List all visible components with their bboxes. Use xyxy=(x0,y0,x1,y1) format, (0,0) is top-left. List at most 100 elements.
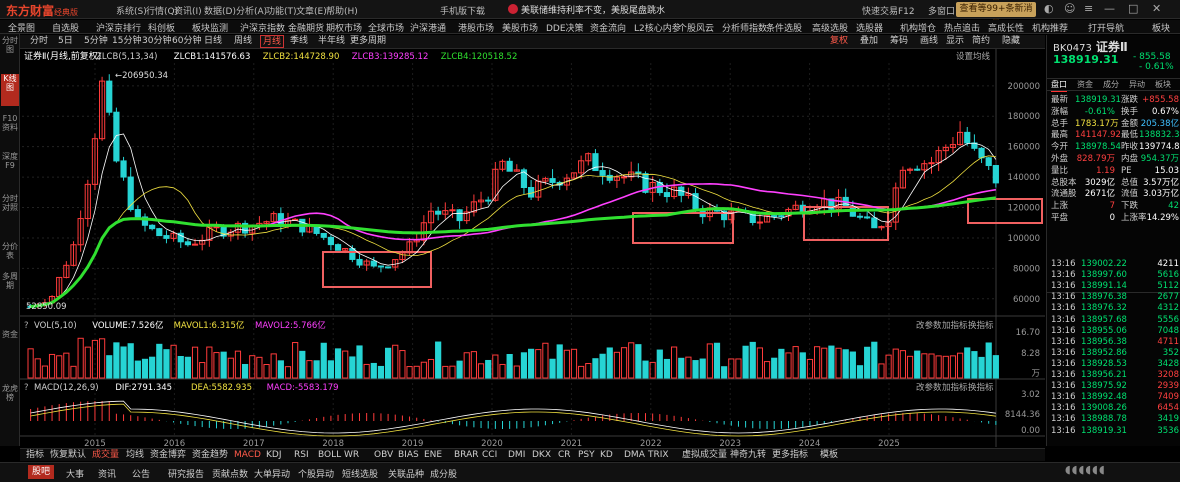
side-tab-5[interactable]: 分价表 xyxy=(1,242,19,264)
quote-tab-4[interactable]: 板块 xyxy=(1155,79,1171,91)
indicator-7[interactable]: KDJ xyxy=(266,449,282,462)
indicator-9[interactable]: BOLL xyxy=(318,449,341,462)
period-1[interactable]: 5日 xyxy=(56,35,75,48)
indicator-26[interactable]: 模板 xyxy=(820,449,838,462)
status-tab-3[interactable]: 公告 xyxy=(128,467,154,480)
macd-action-1[interactable]: 加指标 xyxy=(942,382,968,393)
vol-action-1[interactable]: 加指标 xyxy=(942,320,968,331)
menu-3[interactable]: 数据(D) xyxy=(204,4,236,17)
kline-chart-area[interactable]: 200000 180000 160000 140000 120000 100000 8000… xyxy=(20,49,1045,447)
period-11[interactable]: 更多周期 xyxy=(348,35,388,48)
indicator-24[interactable]: 神奇九转 xyxy=(730,449,766,462)
indicator-19[interactable]: PSY xyxy=(578,449,595,462)
minimize-icon[interactable]: — xyxy=(1104,2,1115,15)
indicator-21[interactable]: DMA xyxy=(624,449,645,462)
period-4[interactable]: 30分钟 xyxy=(140,35,173,48)
nav-item-2[interactable]: 沪深京排行 xyxy=(96,21,141,34)
status-tab-7[interactable]: 个股异动 xyxy=(294,467,338,480)
tool-2[interactable]: 筹码 xyxy=(888,35,910,48)
quick-trade-button[interactable]: 快速交易F12 xyxy=(862,4,915,17)
quote-tab-1[interactable]: 资金 xyxy=(1077,79,1093,91)
period-5[interactable]: 60分钟 xyxy=(170,35,203,48)
vol-action-2[interactable]: 换指标 xyxy=(968,320,994,331)
period-10[interactable]: 半年线 xyxy=(316,35,347,48)
indicator-6[interactable]: MACD xyxy=(234,449,261,462)
status-tab-4[interactable]: 研究报告 xyxy=(164,467,208,480)
side-tab-2[interactable]: F10资料 xyxy=(1,114,19,144)
nav-item-4[interactable]: 板块监测 xyxy=(192,21,228,34)
nav-item-9[interactable]: 沪深港通 xyxy=(410,21,446,34)
side-tab-1[interactable]: K线图 xyxy=(1,74,19,106)
multi-window-button[interactable]: 多窗口 xyxy=(928,4,955,17)
tool-0[interactable]: 复权 xyxy=(828,35,850,48)
user-icon[interactable]: ☺ xyxy=(1064,2,1075,15)
nav-item-16[interactable]: 分析师指数 xyxy=(722,21,767,34)
nav-item-20[interactable]: 机构增仓 xyxy=(900,21,936,34)
period-0[interactable]: 分时 xyxy=(28,35,50,48)
nav-item-21[interactable]: 热点追击 xyxy=(944,21,980,34)
news-ticker[interactable]: 美联储维持利率不变，美股尾盘跳水 xyxy=(508,3,665,16)
tool-6[interactable]: 隐藏 xyxy=(1000,35,1022,48)
mobile-download-link[interactable]: 手机版下载 xyxy=(440,4,485,17)
quote-tab-2[interactable]: 成分 xyxy=(1103,79,1119,91)
menu-0[interactable]: 系统(S) xyxy=(116,4,147,17)
indicator-16[interactable]: DMI xyxy=(508,449,525,462)
nav-item-1[interactable]: 自选股 xyxy=(52,21,79,34)
indicator-3[interactable]: 均线 xyxy=(126,449,144,462)
nav-item-14[interactable]: L2核心内参 xyxy=(634,21,681,34)
status-tab-0[interactable]: 股吧 xyxy=(28,465,55,479)
macd-action-2[interactable]: 换指标 xyxy=(968,382,994,393)
menu-7[interactable]: 帮助(H) xyxy=(326,4,358,17)
close-icon[interactable]: ✕ xyxy=(1152,2,1161,15)
nav-item-12[interactable]: DDE决策 xyxy=(546,21,584,34)
indicator-18[interactable]: CR xyxy=(558,449,571,462)
indicator-11[interactable]: OBV xyxy=(374,449,393,462)
indicator-22[interactable]: TRIX xyxy=(648,449,669,462)
indicator-13[interactable]: ENE xyxy=(424,449,442,462)
indicator-5[interactable]: 资金趋势 xyxy=(192,449,228,462)
nav-item-0[interactable]: 全景图 xyxy=(8,21,35,34)
maximize-icon[interactable]: □ xyxy=(1128,2,1138,15)
side-tab-3[interactable]: 深度F9 xyxy=(1,152,19,184)
skin-icon[interactable]: ◐ xyxy=(1044,2,1054,15)
status-tab-9[interactable]: 关联品种 xyxy=(384,467,428,480)
nav-item-23[interactable]: 机构推荐 xyxy=(1032,21,1068,34)
nav-item-10[interactable]: 港股市场 xyxy=(458,21,494,34)
nav-item-24[interactable]: 打开导航 xyxy=(1088,21,1124,34)
side-tab-0[interactable]: 分时图 xyxy=(1,36,19,62)
nav-item-25[interactable]: 板块 xyxy=(1152,21,1170,34)
status-tab-5[interactable]: 贡献点数 xyxy=(208,467,252,480)
nav-item-3[interactable]: 科创板 xyxy=(148,21,175,34)
nav-item-7[interactable]: 期权市场 xyxy=(326,21,362,34)
nav-item-18[interactable]: 高级选股 xyxy=(812,21,848,34)
menu-5[interactable]: 功能(T) xyxy=(266,4,297,17)
message-promo-button[interactable]: 查看等99+条新消息 xyxy=(956,2,1036,29)
quote-tab-3[interactable]: 异动 xyxy=(1129,79,1145,91)
nav-item-8[interactable]: 全球市场 xyxy=(368,21,404,34)
nav-item-22[interactable]: 高成长性 xyxy=(988,21,1024,34)
side-tab-7[interactable]: 资金 xyxy=(1,330,19,360)
status-tab-10[interactable]: 成分股 xyxy=(426,467,461,480)
indicator-20[interactable]: KD xyxy=(600,449,613,462)
period-8[interactable]: 月线 xyxy=(260,35,285,48)
indicator-14[interactable]: BRAR xyxy=(454,449,478,462)
indicator-1[interactable]: 恢复默认 xyxy=(50,449,86,462)
nav-item-5[interactable]: 沪深京指数 xyxy=(240,21,285,34)
indicator-8[interactable]: RSI xyxy=(294,449,309,462)
status-tab-6[interactable]: 大单异动 xyxy=(250,467,294,480)
tool-5[interactable]: 简约 xyxy=(970,35,992,48)
status-tab-2[interactable]: 资讯 xyxy=(94,467,120,480)
nav-item-13[interactable]: 资金流向 xyxy=(590,21,626,34)
indicator-4[interactable]: 资金博弈 xyxy=(150,449,186,462)
status-tab-1[interactable]: 大事 xyxy=(62,467,88,480)
quote-tab-0[interactable]: 盘口 xyxy=(1051,79,1067,92)
indicator-17[interactable]: DKX xyxy=(532,449,551,462)
indicator-12[interactable]: BIAS xyxy=(398,449,419,462)
nav-item-19[interactable]: 选股器 xyxy=(856,21,883,34)
nav-item-15[interactable]: 个股风云 xyxy=(678,21,714,34)
side-tab-8[interactable]: 龙虎榜 xyxy=(1,384,19,414)
nav-item-6[interactable]: 金融期货 xyxy=(288,21,324,34)
menu-2[interactable]: 资讯(I) xyxy=(174,4,202,17)
macd-action-0[interactable]: 改参数 xyxy=(916,382,942,393)
menu-4[interactable]: 分析(A) xyxy=(236,4,267,17)
